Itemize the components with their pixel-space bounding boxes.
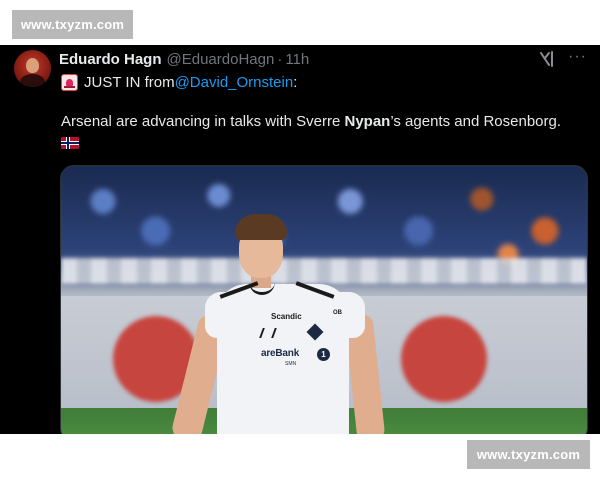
- separator-dot: ·: [277, 50, 283, 68]
- timestamp[interactable]: 11h: [285, 51, 309, 68]
- avatar[interactable]: [14, 50, 51, 87]
- tweet-media-image[interactable]: Scandic areBank 1 SMN OB: [60, 165, 588, 434]
- body-text-before: Arsenal are advancing in talks with Sver…: [61, 113, 345, 130]
- body-text-bold: Nypan: [344, 113, 391, 130]
- tweet-body: Arsenal are advancing in talks with Sver…: [61, 113, 561, 130]
- watermark-bottom: www.txyzm.com: [467, 440, 590, 469]
- mention-link[interactable]: @David_Ornstein: [175, 74, 294, 91]
- more-options-icon[interactable]: ···: [568, 48, 587, 66]
- tweet-card[interactable]: Eduardo Hagn @EduardoHagn · 11h ··· JUST…: [0, 45, 600, 434]
- user-handle[interactable]: @EduardoHagn: [167, 51, 275, 68]
- player-photo: Scandic areBank 1 SMN OB: [169, 214, 386, 434]
- grok-icon[interactable]: [539, 51, 557, 67]
- watermark-top: www.txyzm.com: [12, 10, 133, 39]
- shirt-sponsor-sub: SMN: [285, 361, 297, 367]
- shirt-sponsor-number: 1: [317, 348, 330, 361]
- shirt-sponsor-main: areBank: [261, 348, 300, 359]
- tweet-header: Eduardo Hagn @EduardoHagn · 11h: [59, 49, 309, 69]
- sleeve-text: OB: [333, 310, 342, 316]
- norway-flag-icon: [61, 137, 79, 149]
- source-prefix: JUST IN from: [84, 73, 175, 91]
- siren-emoji-icon: [61, 73, 78, 91]
- shirt-sponsor-top: Scandic: [271, 312, 302, 321]
- body-text-after: ’s agents and Rosenborg.: [390, 113, 562, 130]
- display-name[interactable]: Eduardo Hagn: [59, 51, 162, 68]
- tweet-line-source: JUST IN from @David_Ornstein :: [61, 72, 297, 92]
- source-suffix: :: [293, 73, 298, 91]
